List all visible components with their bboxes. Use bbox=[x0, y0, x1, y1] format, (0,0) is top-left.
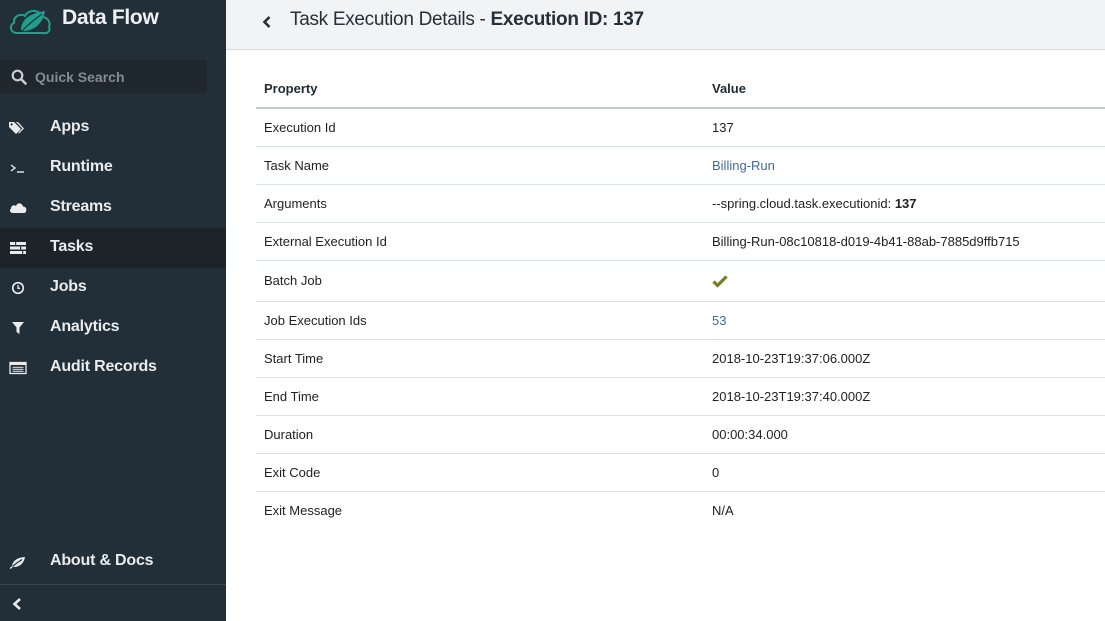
table-row: Start Time 2018-10-23T19:37:06.000Z bbox=[256, 339, 1105, 378]
execution-details-table: Property Value Execution Id 137 Task Nam… bbox=[256, 70, 1105, 529]
sidebar-item-apps[interactable]: Apps bbox=[0, 108, 226, 148]
table-row: Exit Code 0 bbox=[256, 453, 1105, 492]
property-label: Exit Code bbox=[256, 453, 704, 492]
job-execution-id-link[interactable]: 53 bbox=[712, 313, 726, 328]
chevron-left-icon bbox=[262, 16, 271, 28]
table-row: Duration 00:00:34.000 bbox=[256, 415, 1105, 454]
column-header-value: Value bbox=[704, 70, 1105, 109]
page-title: Task Execution Details - Execution ID: 1… bbox=[290, 9, 644, 31]
argument-value: 137 bbox=[894, 195, 917, 211]
table-row: End Time 2018-10-23T19:37:40.000Z bbox=[256, 377, 1105, 416]
chevron-left-icon bbox=[12, 598, 21, 610]
property-label: External Execution Id bbox=[256, 222, 704, 261]
sidebar-item-label: Streams bbox=[50, 198, 112, 215]
property-label: Duration bbox=[256, 415, 704, 454]
sidebar: Data Flow Apps Runtime Streams bbox=[0, 0, 226, 621]
argument-key: --spring.cloud.task.executionid: bbox=[712, 195, 895, 211]
sidebar-item-runtime[interactable]: Runtime bbox=[0, 148, 226, 188]
batch-job-value bbox=[704, 260, 1105, 302]
sidebar-item-label: Runtime bbox=[50, 158, 113, 175]
cloud-icon bbox=[9, 200, 27, 216]
page-title-prefix: Task Execution Details - bbox=[290, 9, 491, 30]
table-row: Task Name Billing-Run bbox=[256, 146, 1105, 185]
exit-code-value: 0 bbox=[704, 453, 1105, 492]
tags-icon bbox=[9, 120, 27, 136]
property-label: Task Name bbox=[256, 146, 704, 185]
sidebar-nav: Apps Runtime Streams Tasks Jobs Analytic… bbox=[0, 108, 226, 388]
duration-value: 00:00:34.000 bbox=[704, 415, 1105, 454]
table-row: Exit Message N/A bbox=[256, 491, 1105, 529]
list-icon bbox=[9, 360, 27, 376]
sidebar-item-label: Jobs bbox=[50, 278, 87, 295]
execution-id-title: Execution ID: 137 bbox=[490, 9, 645, 30]
check-icon bbox=[712, 275, 728, 289]
task-name-value: Billing-Run bbox=[704, 146, 1105, 185]
sidebar-item-label: About & Docs bbox=[50, 552, 154, 569]
property-label: Start Time bbox=[256, 339, 704, 378]
sidebar-item-streams[interactable]: Streams bbox=[0, 188, 226, 228]
tasks-icon bbox=[9, 240, 27, 256]
task-name-link[interactable]: Billing-Run bbox=[712, 158, 775, 173]
leaf-icon bbox=[9, 554, 27, 570]
property-label: Arguments bbox=[256, 184, 704, 223]
back-button[interactable] bbox=[257, 12, 277, 32]
table-row: Job Execution Ids 53 bbox=[256, 301, 1105, 340]
table-header-row: Property Value bbox=[256, 70, 1105, 109]
sidebar-item-tasks[interactable]: Tasks bbox=[0, 228, 226, 268]
sidebar-item-about-docs[interactable]: About & Docs bbox=[0, 542, 226, 583]
sidebar-item-label: Tasks bbox=[50, 238, 94, 255]
job-execution-ids-value: 53 bbox=[704, 301, 1105, 340]
sidebar-item-analytics[interactable]: Analytics bbox=[0, 308, 226, 348]
sidebar-item-jobs[interactable]: Jobs bbox=[0, 268, 226, 308]
clock-icon bbox=[9, 280, 27, 296]
sidebar-item-label: Apps bbox=[50, 118, 90, 135]
end-time-value: 2018-10-23T19:37:40.000Z bbox=[704, 377, 1105, 416]
collapse-sidebar-button[interactable] bbox=[0, 586, 40, 621]
quick-search[interactable] bbox=[0, 60, 207, 93]
execution-id-value: 137 bbox=[704, 108, 1105, 147]
table-row: External Execution Id Billing-Run-08c108… bbox=[256, 222, 1105, 261]
property-label: Batch Job bbox=[256, 260, 704, 302]
sidebar-item-audit-records[interactable]: Audit Records bbox=[0, 348, 226, 388]
property-label: End Time bbox=[256, 377, 704, 416]
terminal-icon bbox=[9, 160, 27, 176]
exit-message-value: N/A bbox=[712, 502, 734, 518]
app-title: Data Flow bbox=[62, 6, 159, 29]
sidebar-item-label: Audit Records bbox=[50, 358, 157, 375]
start-time-value: 2018-10-23T19:37:06.000Z bbox=[704, 339, 1105, 378]
sidebar-divider bbox=[0, 584, 226, 585]
table-row: Batch Job bbox=[256, 260, 1105, 302]
brand[interactable]: Data Flow bbox=[0, 0, 226, 48]
column-header-property: Property bbox=[256, 70, 704, 109]
page-header: Task Execution Details - Execution ID: 1… bbox=[226, 0, 1105, 50]
arguments-value: --spring.cloud.task.executionid: 137 bbox=[704, 184, 1105, 223]
property-label: Job Execution Ids bbox=[256, 301, 704, 340]
search-icon bbox=[11, 69, 27, 85]
table-row: Arguments --spring.cloud.task.executioni… bbox=[256, 184, 1105, 223]
external-execution-id-value: Billing-Run-08c10818-d019-4b41-88ab-7885… bbox=[704, 222, 1105, 261]
sidebar-item-label: Analytics bbox=[50, 318, 120, 335]
property-label: Exit Message bbox=[264, 502, 343, 518]
dataflow-logo-icon bbox=[9, 9, 51, 35]
table-row: Execution Id 137 bbox=[256, 108, 1105, 147]
property-label: Execution Id bbox=[256, 108, 704, 147]
quick-search-input[interactable] bbox=[35, 66, 200, 87]
filter-icon bbox=[9, 320, 27, 336]
